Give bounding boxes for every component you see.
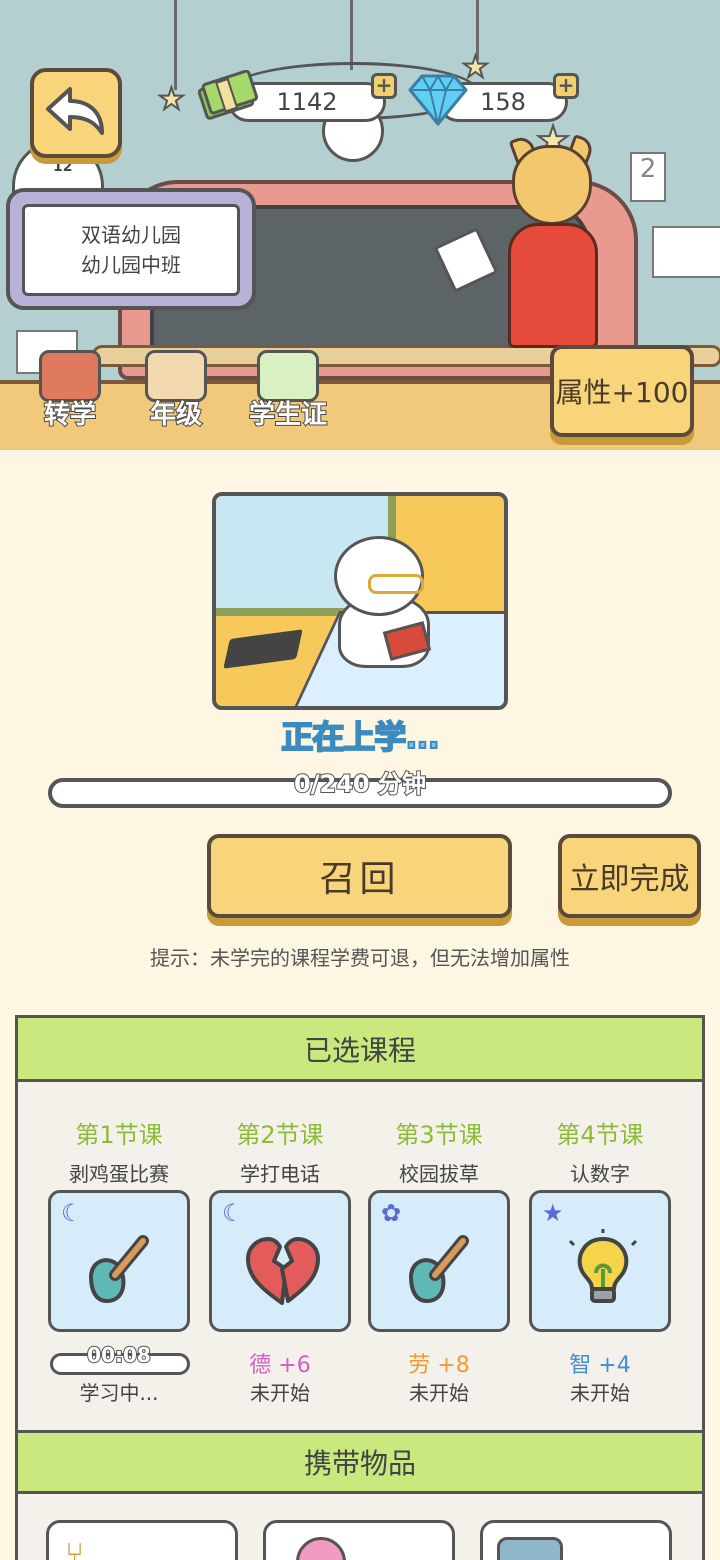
recall-button[interactable]: 召回	[207, 834, 512, 918]
star-decoration-icon: ★	[157, 81, 186, 118]
age-label: 12	[53, 159, 73, 175]
student-card-label: 学生证	[248, 399, 328, 431]
wall-note: 2	[630, 152, 666, 202]
grade-button[interactable]: 年级	[136, 350, 216, 431]
graduation-cap-icon	[223, 629, 303, 669]
course-number: 第4节课	[556, 1121, 644, 1149]
star-icon: ★	[542, 1199, 564, 1227]
course-timer: 00:08	[86, 1342, 152, 1368]
class-name: 幼儿园中班	[81, 253, 181, 277]
glasses-icon	[368, 574, 424, 594]
school-info-sign: 双语幼儿园 幼儿园中班	[6, 188, 256, 310]
course-name: 认数字	[570, 1162, 630, 1186]
utensils-icon: ⑂	[65, 1535, 85, 1560]
course-state: 未开始	[409, 1381, 469, 1405]
course-name: 学打电话	[240, 1162, 320, 1186]
carried-item-slot[interactable]: ⑂	[46, 1520, 238, 1560]
course-reward: 劳 +8	[408, 1353, 470, 1378]
leopard-teacher	[433, 133, 610, 355]
courses-panel-title: 已选课程	[18, 1018, 702, 1082]
hanging-string	[174, 0, 177, 90]
course-icon-card[interactable]: ✿	[368, 1190, 510, 1332]
broken-heart-icon	[246, 1237, 320, 1305]
studying-illustration	[212, 492, 508, 710]
course-card[interactable]: 第1节课 剥鸡蛋比赛 ☾ 00:08 学习中...	[46, 1115, 192, 1405]
course-icon-card[interactable]: ★	[529, 1190, 671, 1332]
cash-icon	[197, 70, 258, 120]
course-name: 剥鸡蛋比赛	[69, 1162, 169, 1186]
hanging-string	[350, 0, 353, 70]
transfer-school-button[interactable]: 转学	[30, 350, 110, 431]
lightbulb-icon	[568, 1229, 638, 1303]
student-card-button[interactable]: 学生证	[244, 350, 332, 431]
back-button[interactable]	[30, 68, 122, 158]
course-state: 未开始	[570, 1381, 630, 1405]
back-arrow-icon	[46, 87, 104, 135]
carried-item-slot[interactable]	[263, 1520, 455, 1560]
carried-item-slot[interactable]	[480, 1520, 672, 1560]
shovel-icon	[88, 1235, 149, 1304]
course-icon-card[interactable]: ☾	[209, 1190, 351, 1332]
shovel-icon	[408, 1235, 469, 1304]
grade-label: 年级	[149, 399, 203, 431]
gear-icon: ✿	[381, 1199, 402, 1227]
activity-status: 正在上学...	[280, 717, 440, 757]
course-number: 第3节课	[395, 1121, 483, 1149]
gem-value: 158	[480, 88, 526, 116]
lollipop-icon	[296, 1537, 346, 1560]
hint-text: 提示：未学完的课程学费可退，但无法增加属性	[150, 946, 570, 970]
transfer-school-label: 转学	[43, 399, 97, 431]
course-state: 未开始	[250, 1381, 310, 1405]
progress-text: 0/240 分钟	[293, 769, 427, 799]
moon-icon: ☾	[222, 1199, 244, 1227]
items-panel-title: 携带物品	[18, 1430, 702, 1494]
course-card[interactable]: 第4节课 认数字 ★ 智 +4 未开始	[527, 1115, 673, 1405]
course-card[interactable]: 第3节课 校园拔草 ✿ 劳 +8 未开始	[366, 1115, 512, 1405]
course-name: 校园拔草	[399, 1162, 479, 1186]
cash-value: 1142	[276, 88, 338, 116]
finish-now-button[interactable]: 立即完成	[558, 834, 701, 918]
course-icon-card[interactable]: ☾	[48, 1190, 190, 1332]
camera-icon	[497, 1537, 563, 1560]
diamond-icon	[408, 73, 468, 126]
course-card[interactable]: 第2节课 学打电话 ☾ 德 +6 未开始	[207, 1115, 353, 1405]
school-name: 双语幼儿园	[81, 223, 181, 247]
course-reward: 德 +6	[249, 1353, 311, 1378]
wall-drawing	[652, 226, 720, 278]
add-cash-button[interactable]: +	[371, 73, 397, 99]
add-gem-button[interactable]: +	[553, 73, 579, 99]
attribute-bonus-button[interactable]: 属性+100	[550, 345, 694, 437]
course-number: 第2节课	[236, 1121, 324, 1149]
course-number: 第1节课	[75, 1121, 163, 1149]
moon-icon: ☾	[61, 1199, 83, 1227]
course-state: 学习中...	[79, 1381, 159, 1405]
course-reward: 智 +4	[569, 1353, 631, 1378]
